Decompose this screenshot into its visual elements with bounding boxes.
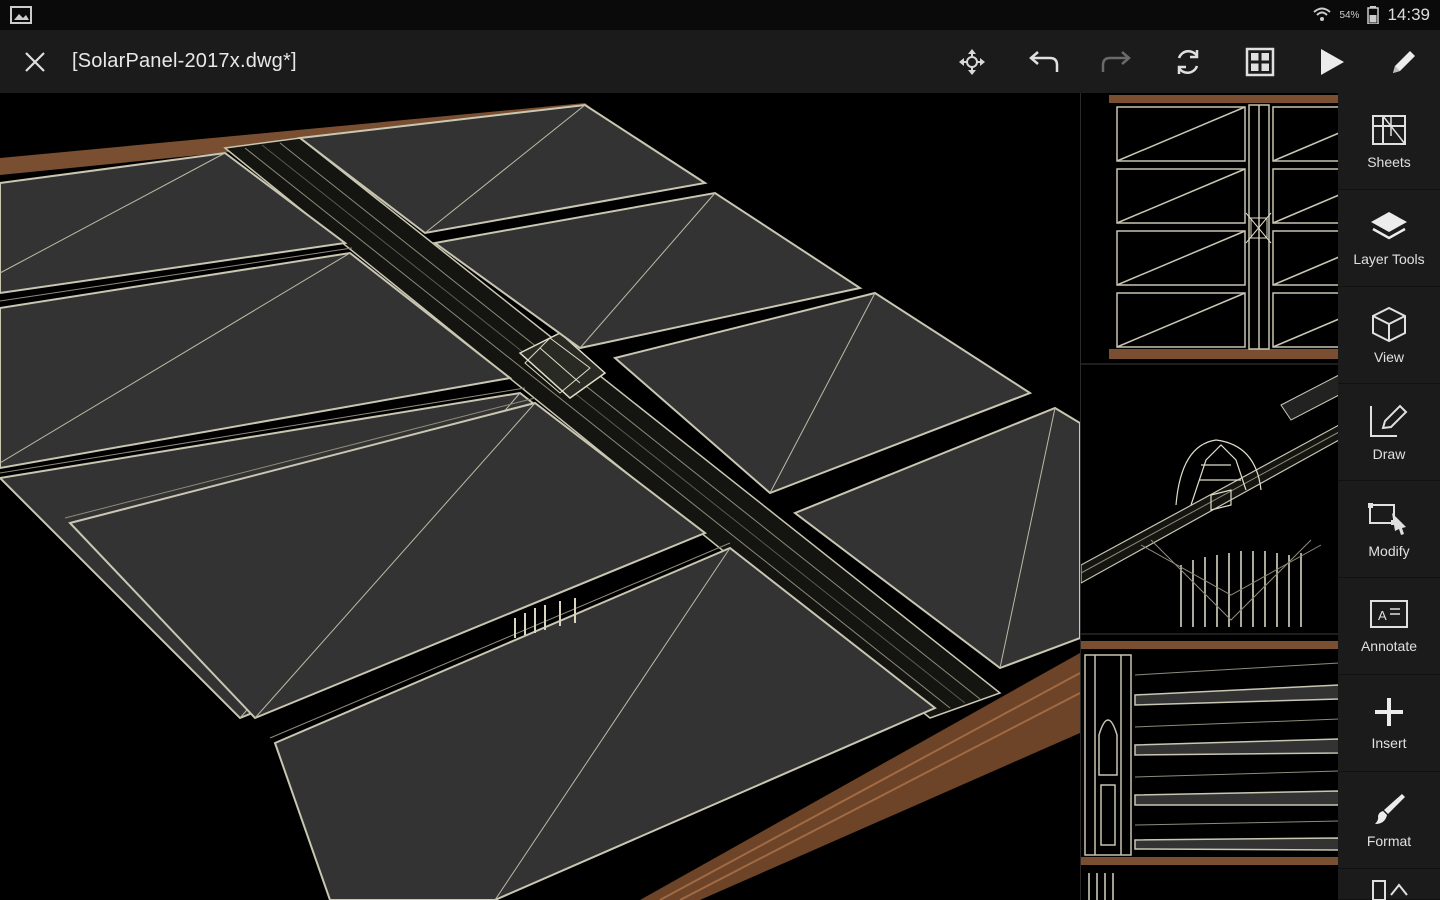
play-icon (1318, 47, 1346, 77)
wifi-icon (1313, 7, 1332, 23)
pencil-icon (1389, 47, 1419, 77)
clock: 14:39 (1387, 5, 1430, 24)
redo-button[interactable] (1080, 30, 1152, 93)
toolbar-actions (936, 30, 1440, 93)
sidebar-item-label: Annotate (1360, 638, 1418, 654)
sidebar-item-annotate[interactable]: A Annotate (1338, 578, 1440, 675)
more-tools-icon (1369, 875, 1409, 900)
svg-text:A: A (1378, 608, 1387, 623)
sidebar-item-label: Sheets (1367, 154, 1411, 170)
sidebar-item-label: Modify (1368, 543, 1410, 559)
tool-sidebar: Sheets Layer Tools View Draw Modify A An… (1338, 93, 1440, 900)
sidebar-item-layer-tools[interactable]: Layer Tools (1338, 190, 1440, 287)
sidebar-item-label: Layer Tools (1353, 251, 1425, 267)
move-button[interactable] (936, 30, 1008, 93)
battery-icon (1367, 6, 1380, 24)
sidebar-item-format[interactable]: Format (1338, 772, 1440, 869)
sidebar-item-insert[interactable]: Insert (1338, 675, 1440, 772)
annotate-icon: A (1368, 598, 1410, 632)
gallery-icon (10, 5, 32, 25)
document-title: [SolarPanel-2017x.dwg*] (72, 50, 297, 72)
pencil-button[interactable] (1368, 30, 1440, 93)
plus-icon (1372, 695, 1406, 729)
sidebar-item-label: Format (1366, 833, 1412, 849)
undo-button[interactable] (1008, 30, 1080, 93)
sidebar-item-more[interactable] (1338, 869, 1440, 900)
grid-icon (1245, 47, 1275, 77)
undo-icon (1028, 49, 1060, 75)
cube-icon (1369, 305, 1409, 343)
draw-icon (1367, 402, 1411, 440)
viewport-side-view[interactable] (1081, 633, 1339, 900)
close-button[interactable] (0, 30, 70, 93)
sidebar-item-modify[interactable]: Modify (1338, 481, 1440, 578)
sync-button[interactable] (1152, 30, 1224, 93)
battery-percent: 54% (1339, 9, 1360, 21)
viewport-top-view[interactable] (1081, 93, 1339, 361)
sidebar-item-draw[interactable]: Draw (1338, 384, 1440, 481)
sync-icon (1172, 46, 1204, 78)
sidebar-item-label: Draw (1372, 446, 1406, 462)
layers-icon (1368, 209, 1410, 245)
status-bar: 54% 14:39 (0, 0, 1440, 30)
viewport-perspective-view[interactable] (1081, 363, 1339, 633)
modify-icon (1366, 499, 1412, 537)
top-toolbar: [SolarPanel-2017x.dwg*] (0, 30, 1440, 93)
grid-button[interactable] (1224, 30, 1296, 93)
brush-icon (1371, 791, 1407, 827)
sidebar-item-label: View (1373, 349, 1405, 365)
redo-icon (1100, 49, 1132, 75)
sidebar-item-label: Insert (1371, 735, 1407, 751)
viewport-thumbnails (1080, 93, 1339, 900)
sidebar-item-view[interactable]: View (1338, 287, 1440, 384)
close-icon (24, 51, 46, 73)
sheets-icon (1369, 112, 1409, 148)
move-icon (957, 47, 987, 77)
drawing-canvas[interactable] (0, 93, 1080, 900)
play-button[interactable] (1296, 30, 1368, 93)
sidebar-item-sheets[interactable]: Sheets (1338, 93, 1440, 190)
